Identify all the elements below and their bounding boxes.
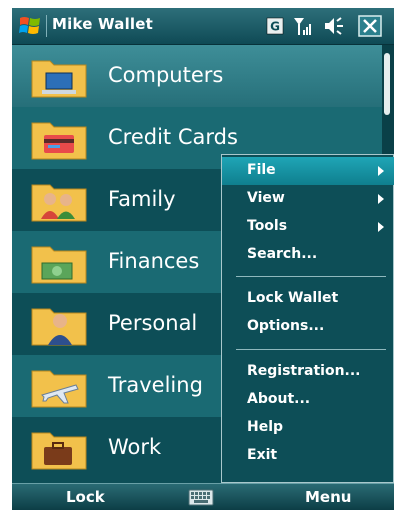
title-bar: Mike Wallet G	[12, 8, 394, 45]
folder-label: Computers	[108, 63, 224, 87]
close-icon[interactable]	[358, 15, 382, 37]
menu-item-label: Search...	[247, 246, 318, 262]
menu-item-label: Lock Wallet	[247, 290, 339, 306]
menu-item-search[interactable]: Search...	[222, 241, 394, 269]
menu-item-view[interactable]: View	[222, 185, 394, 213]
menu-softkey[interactable]: Menu	[305, 488, 351, 506]
menu-item-help[interactable]: Help	[222, 414, 394, 442]
folder-label: Credit Cards	[108, 125, 238, 149]
g-network-icon[interactable]: G	[266, 15, 284, 37]
folder-label: Personal	[108, 311, 198, 335]
airplane-folder-icon	[31, 370, 87, 408]
menu-item-options[interactable]: Options...	[222, 313, 394, 341]
computer-folder-icon	[31, 60, 87, 98]
money-folder-icon	[31, 246, 87, 284]
menu-item-tools[interactable]: Tools	[222, 213, 394, 241]
submenu-arrow-icon	[378, 166, 384, 176]
menu-item-label: Tools	[247, 218, 288, 234]
menu-item-about[interactable]: About...	[222, 386, 394, 414]
folder-label: Traveling	[108, 373, 203, 397]
scrollbar-thumb[interactable]	[384, 53, 390, 115]
menu-item-label: Options...	[247, 318, 325, 334]
menu-item-label: About...	[247, 391, 311, 407]
menu-item-lock-wallet[interactable]: Lock Wallet	[222, 285, 394, 313]
menu-item-label: File	[247, 162, 276, 178]
network-letter: G	[270, 20, 280, 34]
popup-menu: File View Tools Search... Lock Wallet Op…	[221, 154, 394, 483]
person-folder-icon	[31, 308, 87, 346]
submenu-arrow-icon	[378, 222, 384, 232]
menu-item-label: Exit	[247, 447, 278, 463]
folder-label: Finances	[108, 249, 200, 273]
menu-item-file[interactable]: File	[222, 157, 394, 185]
submenu-arrow-icon	[378, 194, 384, 204]
menu-item-exit[interactable]: Exit	[222, 442, 394, 470]
folder-label: Work	[108, 435, 162, 459]
folder-label: Family	[108, 187, 176, 211]
menu-divider	[236, 349, 386, 350]
menu-item-label: Help	[247, 419, 284, 435]
start-menu-icon[interactable]	[18, 14, 42, 38]
credit-card-folder-icon	[31, 122, 87, 160]
menu-divider	[236, 276, 386, 277]
menu-item-label: Registration...	[247, 363, 361, 379]
signal-icon[interactable]	[292, 15, 314, 37]
briefcase-folder-icon	[31, 432, 87, 470]
softkey-bar: Lock Menu	[12, 483, 394, 510]
lock-softkey[interactable]: Lock	[66, 488, 105, 506]
title-separator	[46, 15, 47, 37]
device-screen: Mike Wallet G Computers Credit Cards Fam…	[12, 8, 394, 510]
folder-row-computers[interactable]: Computers	[12, 45, 382, 107]
volume-icon[interactable]	[322, 15, 346, 37]
keyboard-icon[interactable]	[188, 489, 214, 506]
app-title: Mike Wallet	[52, 15, 153, 33]
menu-item-label: View	[247, 190, 285, 206]
menu-item-registration[interactable]: Registration...	[222, 358, 394, 386]
family-folder-icon	[31, 184, 87, 222]
